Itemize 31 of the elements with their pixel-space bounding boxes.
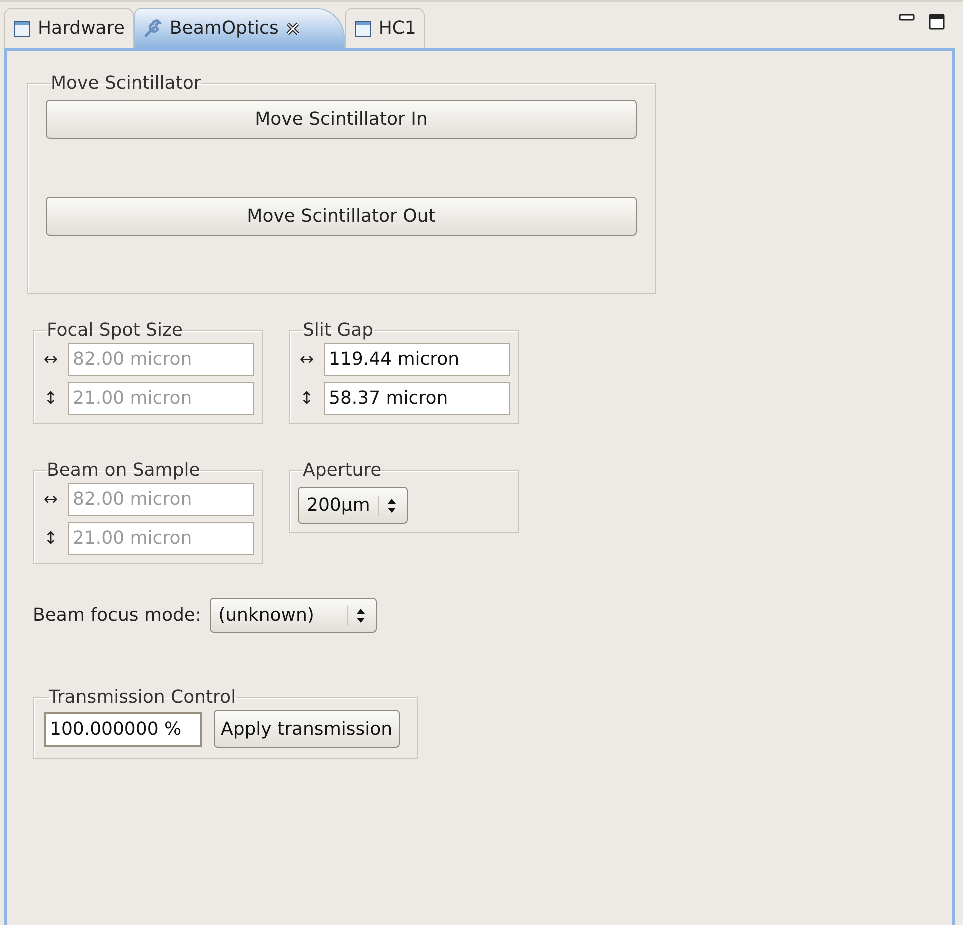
axis-symbol: ↕ [42, 528, 60, 548]
view-tab[interactable]: Hardware [4, 8, 134, 48]
axis-symbol: ↔ [42, 350, 60, 370]
group-title: Aperture [303, 460, 382, 481]
window-icon [354, 20, 372, 38]
group-title: Move Scintillator [51, 73, 202, 94]
move-button[interactable]: Move Scintillator Out [46, 197, 637, 236]
view-tab[interactable]: BeamOptics [134, 8, 345, 48]
axis-symbol: ↔ [42, 490, 60, 510]
window-icon [13, 20, 31, 38]
input-field[interactable]: 58.37 micron [324, 382, 510, 415]
maximize-icon[interactable] [929, 14, 945, 30]
group-title: Focal Spot Size [47, 320, 183, 341]
updown-icon [356, 608, 366, 624]
axis-symbol: ↔ [298, 350, 316, 370]
input-field[interactable]: 100.000000 % [44, 712, 202, 746]
close-icon[interactable] [286, 22, 300, 36]
view-tab[interactable]: HC1 [344, 8, 426, 48]
minimize-icon[interactable] [899, 14, 915, 22]
axis-symbol: ↕ [298, 388, 316, 408]
group-title: Slit Gap [303, 320, 374, 341]
input-field[interactable]: 119.44 micron [324, 343, 510, 376]
aperture-dropdown[interactable]: 200µm [298, 487, 408, 524]
field-label: Beam focus mode: [33, 605, 202, 626]
move-button[interactable]: Move Scintillator In [46, 100, 637, 139]
apply-button[interactable]: Apply transmission [214, 710, 400, 748]
group-title: Beam on Sample [47, 460, 200, 481]
updown-icon [387, 498, 398, 514]
axis-symbol: ↕ [42, 388, 60, 408]
focus-mode-dropdown[interactable]: (unknown) [210, 598, 377, 633]
group-title: Transmission Control [49, 687, 236, 708]
